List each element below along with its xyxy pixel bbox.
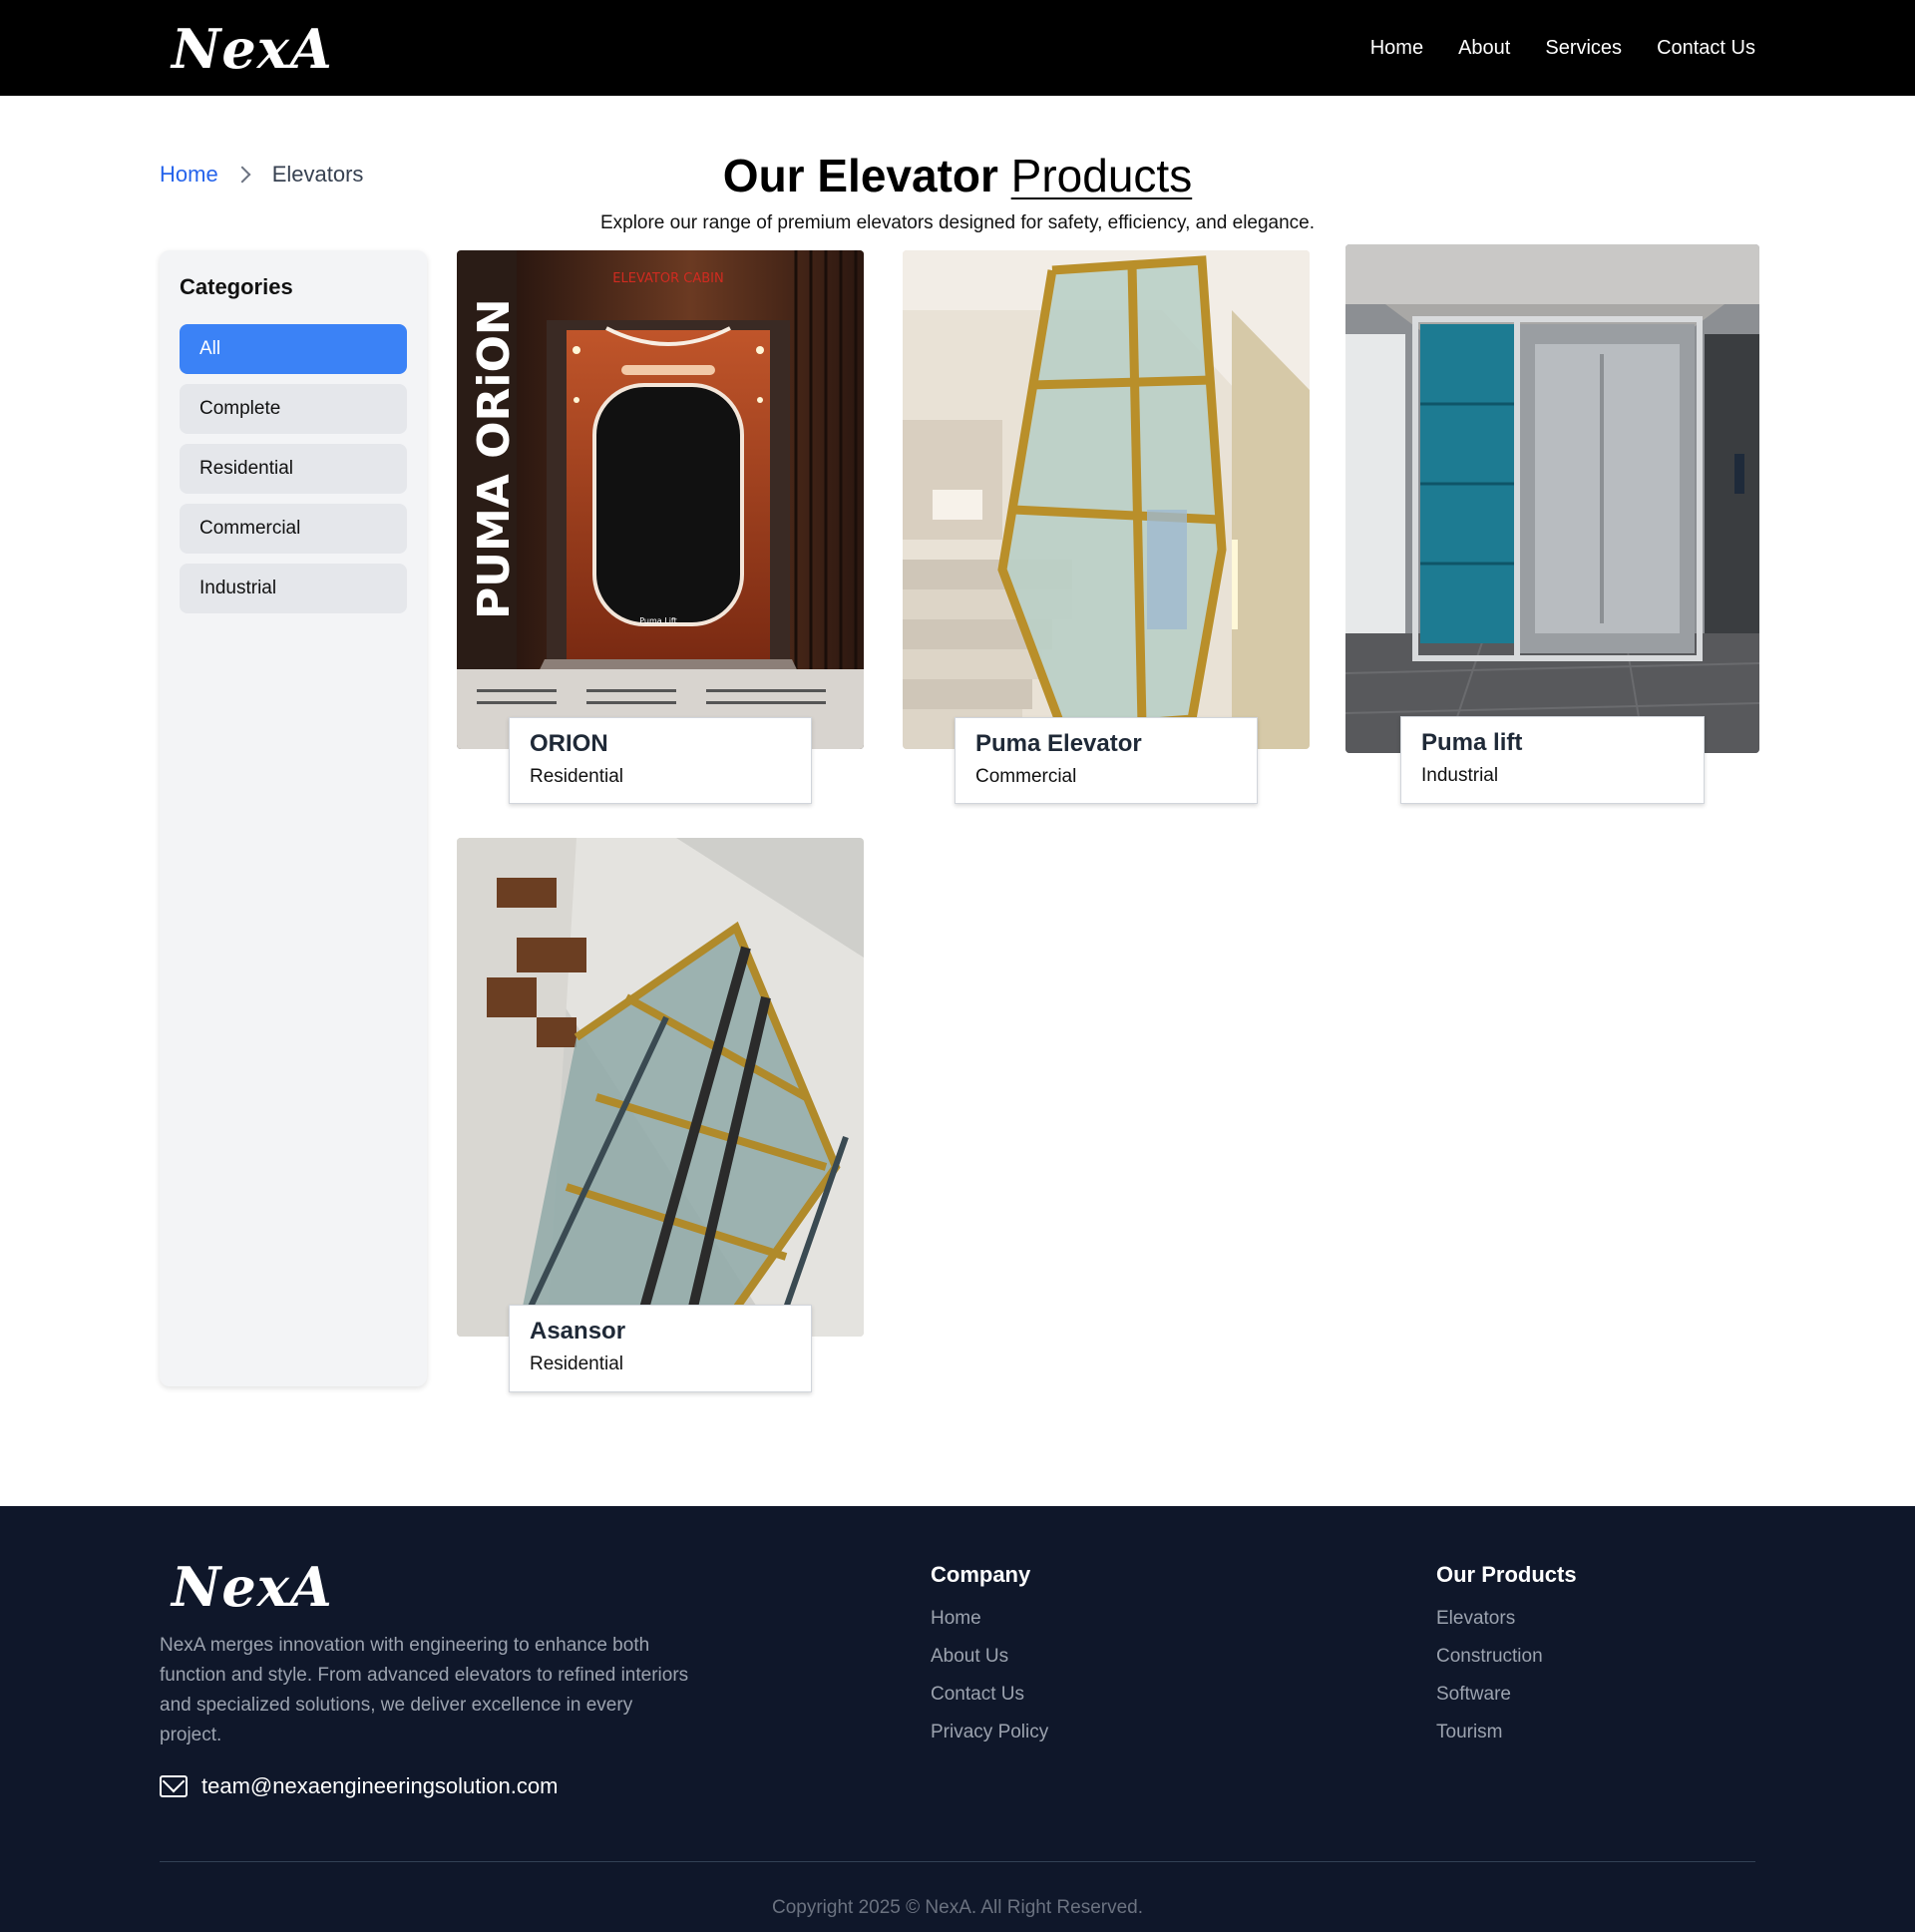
footer-email[interactable]: team@nexaengineeringsolution.com	[160, 1773, 558, 1799]
nav-home-link[interactable]: Home	[1370, 37, 1423, 60]
orion-vertical-text: PUMA ORiON	[469, 298, 520, 619]
footer-brand-logo[interactable]: NexA	[172, 1560, 333, 1614]
footer-products-column: Our Products Elevators Construction Soft…	[1436, 1562, 1577, 1759]
product-name: Puma lift	[1421, 729, 1523, 756]
product-card[interactable]: Puma Elevator Commercial	[903, 250, 1310, 804]
footer-link-contact[interactable]: Contact Us	[931, 1684, 1048, 1706]
copyright-text: Copyright 2025 © NexA. All Right Reserve…	[771, 1897, 1143, 1918]
category-residential-button[interactable]: Residential	[180, 444, 407, 494]
footer-link-elevators[interactable]: Elevators	[1436, 1608, 1577, 1630]
product-card[interactable]: Puma lift Industrial	[1345, 244, 1759, 804]
footer-company-column: Company Home About Us Contact Us Privacy…	[931, 1562, 1048, 1759]
category-industrial-button[interactable]: Industrial	[180, 564, 407, 613]
nav-about-link[interactable]: About	[1458, 37, 1510, 60]
mail-icon	[160, 1775, 188, 1797]
page-title-bold: Our Elevator	[722, 150, 998, 201]
page-title: Our Elevator Products	[0, 148, 1915, 203]
categories-sidebar: Categories All Complete Residential Comm…	[160, 250, 427, 1386]
product-image-puma-elevator	[903, 250, 1310, 749]
nav-contact-link[interactable]: Contact Us	[1657, 37, 1755, 60]
product-name: ORION	[530, 730, 608, 757]
footer-link-privacy[interactable]: Privacy Policy	[931, 1722, 1048, 1743]
category-complete-button[interactable]: Complete	[180, 384, 407, 434]
footer-email-text[interactable]: team@nexaengineeringsolution.com	[201, 1773, 558, 1799]
page-title-light: Products	[1010, 150, 1193, 201]
top-navbar: NexA Home About Services Contact Us	[0, 0, 1915, 96]
product-category: Industrial	[1421, 765, 1499, 786]
product-category: Residential	[530, 1353, 623, 1374]
product-image-puma-lift	[1345, 244, 1759, 753]
categories-heading: Categories	[180, 274, 293, 299]
orion-sign-text: ELEVATOR CABIN	[612, 271, 723, 286]
brand-logo[interactable]: NexA	[172, 22, 333, 76]
product-card[interactable]: PUMA ORiON ELEVATOR CABIN Puma Lift ORIO…	[457, 250, 864, 804]
product-name: Asansor	[530, 1318, 626, 1345]
product-label: Puma Elevator Commercial	[955, 717, 1258, 804]
footer-link-home[interactable]: Home	[931, 1608, 1048, 1630]
site-footer: NexA NexA merges innovation with enginee…	[0, 1506, 1915, 1932]
footer-company-heading: Company	[931, 1562, 1031, 1587]
category-list: All Complete Residential Commercial Indu…	[180, 324, 407, 623]
product-image-asansor	[457, 838, 864, 1337]
main-nav: Home About Services Contact Us	[1370, 0, 1755, 96]
footer-products-heading: Our Products	[1436, 1562, 1577, 1587]
footer-description: NexA merges innovation with engineering …	[160, 1635, 689, 1745]
category-all-button[interactable]: All	[180, 324, 407, 374]
footer-link-software[interactable]: Software	[1436, 1684, 1577, 1706]
product-category: Commercial	[975, 766, 1077, 787]
orion-tag-text: Puma Lift	[639, 616, 676, 625]
footer-link-construction[interactable]: Construction	[1436, 1646, 1577, 1668]
footer-divider	[160, 1861, 1755, 1862]
page-subtitle: Explore our range of premium elevators d…	[599, 212, 1316, 233]
product-image-orion: PUMA ORiON ELEVATOR CABIN Puma Lift	[457, 250, 864, 749]
nav-services-link[interactable]: Services	[1545, 37, 1622, 60]
footer-link-about[interactable]: About Us	[931, 1646, 1048, 1668]
product-label: Asansor Residential	[509, 1305, 812, 1392]
product-label: ORION Residential	[509, 717, 812, 804]
product-card[interactable]: Asansor Residential	[457, 838, 864, 1392]
product-category: Residential	[530, 766, 623, 787]
product-label: Puma lift Industrial	[1400, 716, 1705, 804]
category-commercial-button[interactable]: Commercial	[180, 504, 407, 554]
product-name: Puma Elevator	[975, 730, 1142, 757]
footer-link-tourism[interactable]: Tourism	[1436, 1722, 1577, 1743]
